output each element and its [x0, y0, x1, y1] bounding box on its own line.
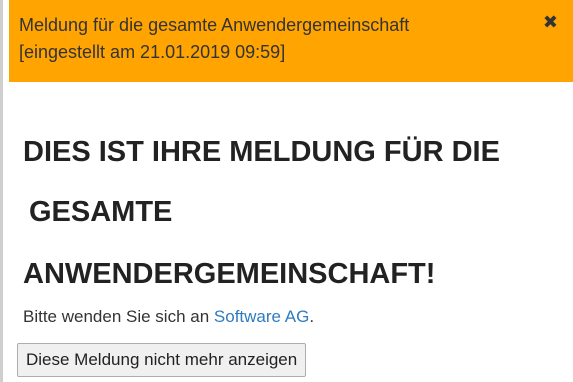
contact-prefix: Bitte wenden Sie sich an	[23, 307, 214, 326]
announcement-banner: Meldung für die gesamte Anwendergemeinsc…	[9, 0, 573, 82]
contact-text: Bitte wenden Sie sich an Software AG.	[23, 307, 314, 327]
banner-title: Meldung für die gesamte Anwendergemeinsc…	[19, 15, 410, 35]
message-panel: Meldung für die gesamte Anwendergemeinsc…	[0, 0, 573, 382]
message-headline-line-1: DIES IST IHRE MELDUNG FÜR DIE	[23, 136, 500, 168]
dismiss-message-button[interactable]: Diese Meldung nicht mehr anzeigen	[17, 343, 307, 377]
close-icon[interactable]: ✖	[543, 14, 558, 32]
software-ag-link[interactable]: Software AG	[214, 307, 309, 326]
banner-timestamp: [eingestellt am 21.01.2019 09:59]	[19, 42, 286, 62]
message-headline-line-2: GESAMTE	[29, 196, 173, 228]
contact-suffix: .	[309, 307, 315, 326]
message-headline-line-3: ANWENDERGEMEINSCHAFT!	[23, 258, 436, 290]
